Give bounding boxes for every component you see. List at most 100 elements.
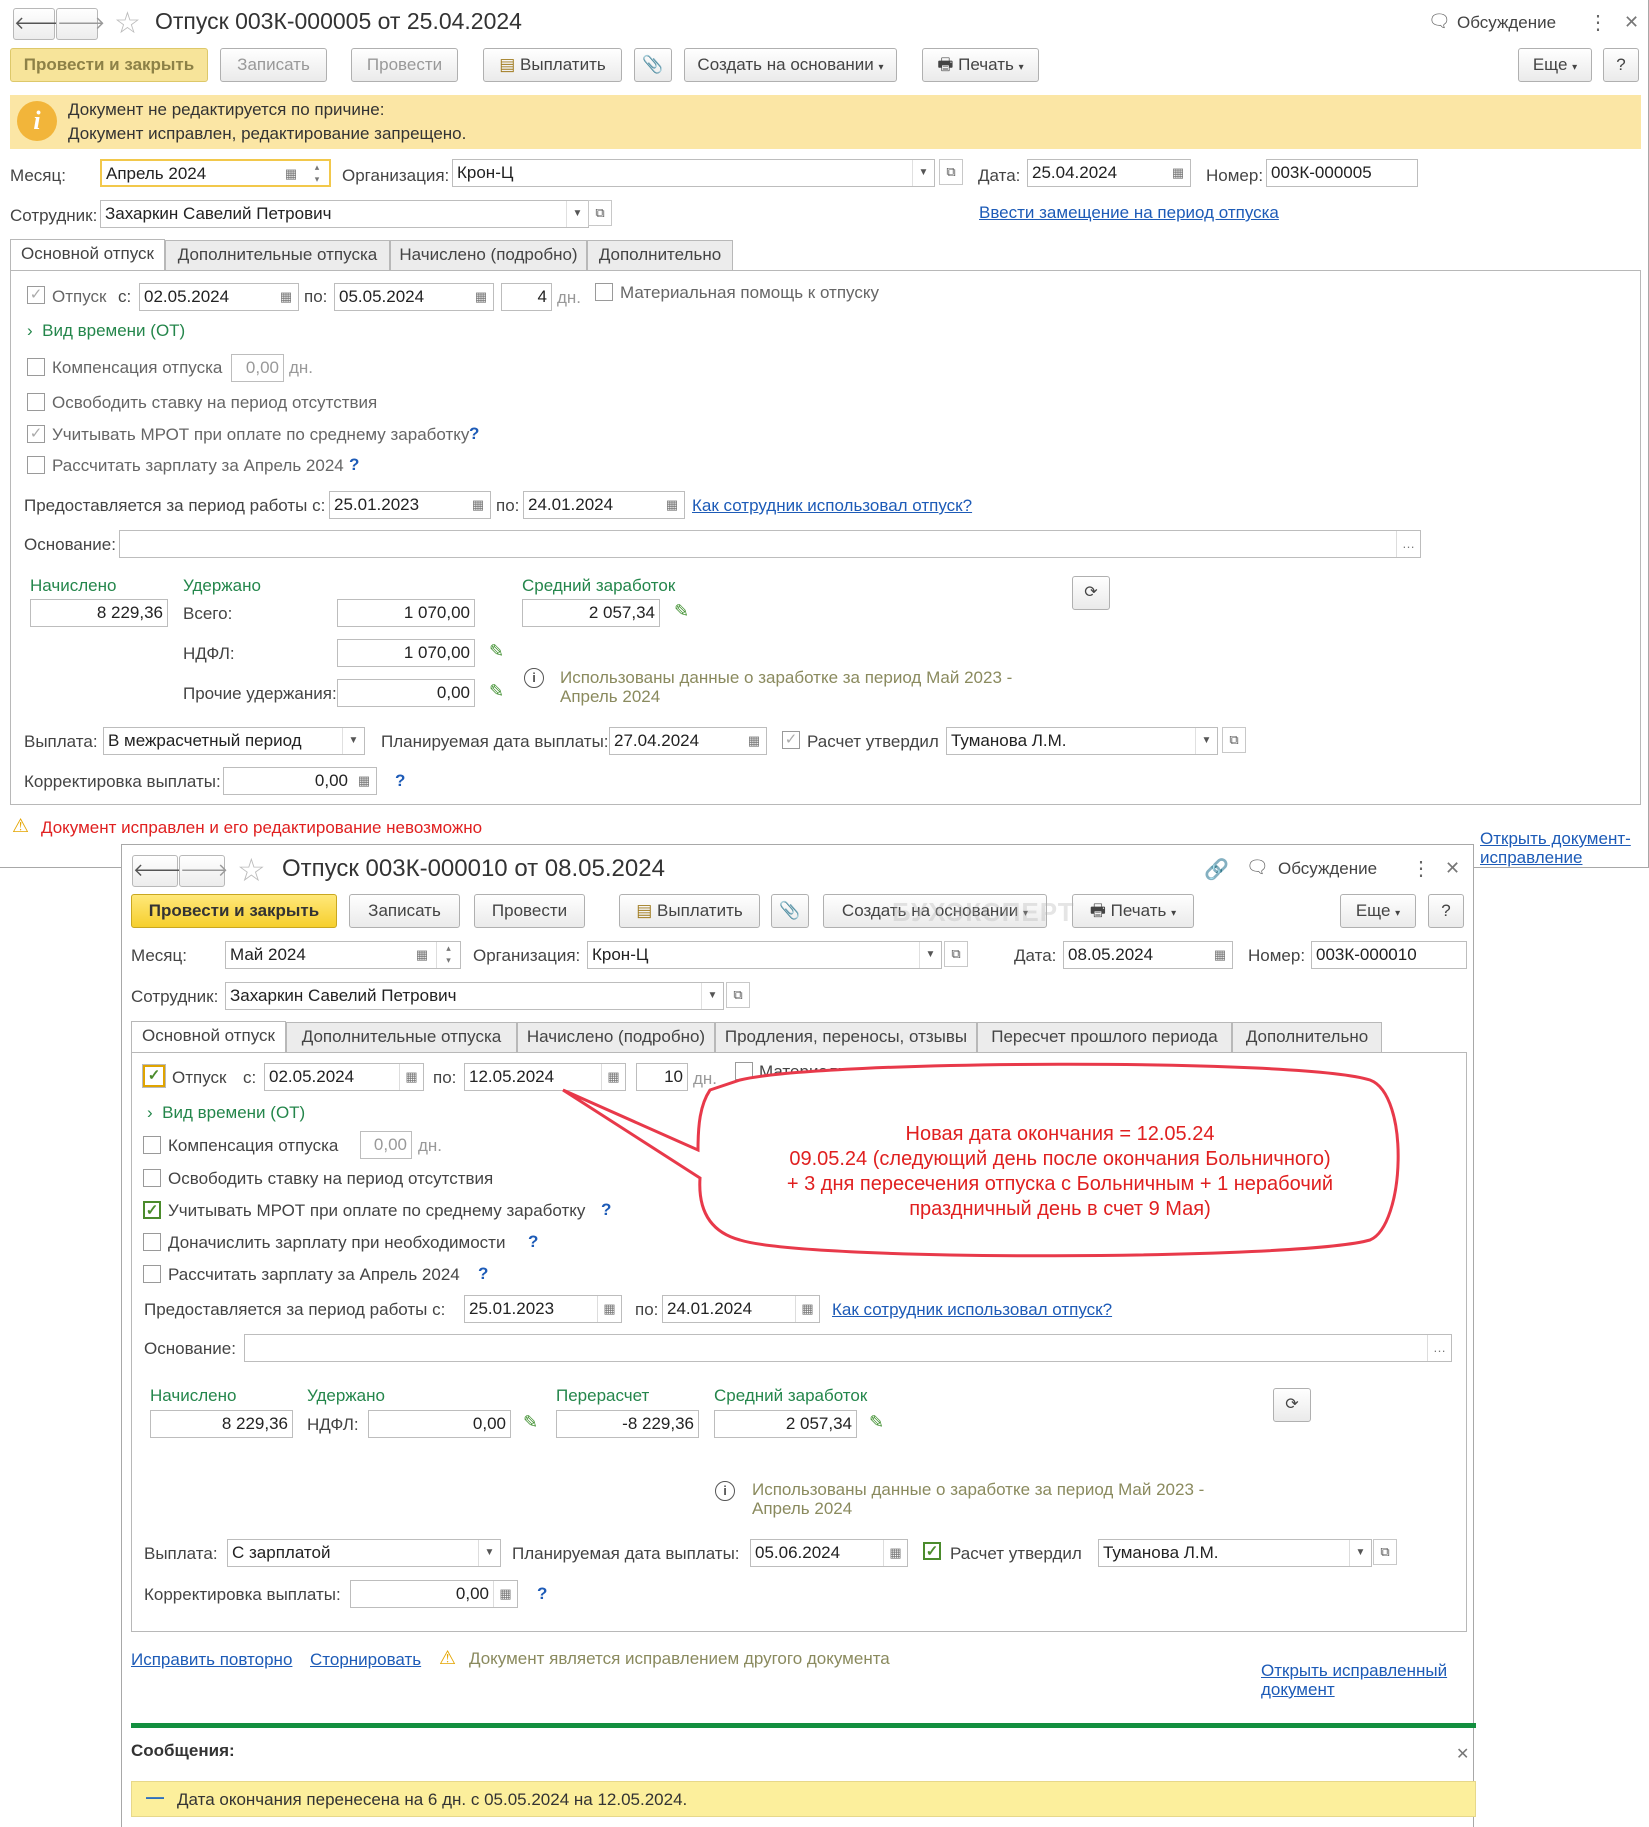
substitution-link[interactable]: Ввести замещение на период отпуска: [979, 203, 1279, 223]
basis-field[interactable]: …: [119, 530, 1421, 558]
close-icon[interactable]: ✕: [1445, 858, 1460, 879]
compensation-checkbox[interactable]: [27, 358, 45, 376]
ellipsis-button[interactable]: …: [1396, 531, 1420, 557]
period-to-field[interactable]: 24.01.2024 ▦: [523, 491, 685, 519]
calc-salary-checkbox[interactable]: [143, 1265, 161, 1283]
edit-pencil-icon[interactable]: ✎: [523, 1412, 538, 1433]
correction-field[interactable]: 0,00 ▦: [223, 767, 377, 795]
print-button[interactable]: 🖶 Печать ▾: [922, 48, 1039, 82]
open-fixed-document-link-2[interactable]: документ: [1261, 1680, 1335, 1700]
write-button[interactable]: Записать: [349, 894, 460, 928]
kebab-menu-icon[interactable]: ⋮: [1411, 856, 1431, 881]
avg-earnings-field[interactable]: 2 057,34: [522, 599, 660, 627]
correction-help-icon[interactable]: ?: [537, 1584, 547, 1604]
avg-earnings-field[interactable]: 2 057,34: [714, 1410, 857, 1438]
correction-field[interactable]: 0,00 ▦: [350, 1580, 518, 1608]
help-button[interactable]: ?: [1603, 48, 1639, 82]
calendar-icon[interactable]: ▦: [883, 1540, 907, 1566]
chevron-down-icon[interactable]: ▼: [342, 728, 364, 754]
period-to-field[interactable]: 24.01.2024 ▦: [662, 1295, 820, 1323]
chevron-down-icon[interactable]: ▼: [566, 201, 588, 227]
mrot-help-icon[interactable]: ?: [469, 424, 479, 444]
tab-main-vacation[interactable]: Основной отпуск: [131, 1021, 286, 1053]
discussion-label[interactable]: Обсуждение: [1278, 859, 1377, 879]
print-button[interactable]: 🖶 Печать ▾: [1072, 894, 1194, 928]
tab-additional[interactable]: Дополнительно: [587, 240, 733, 270]
approved-by-field[interactable]: Туманова Л.М. ▼: [946, 727, 1218, 755]
chevron-down-icon[interactable]: ▼: [701, 983, 723, 1009]
ellipsis-button[interactable]: …: [1427, 1335, 1451, 1361]
recalc-field[interactable]: -8 229,36: [556, 1410, 699, 1438]
month-field[interactable]: Май 2024 ▦ ▴ ▾: [225, 941, 461, 969]
vacation-from-field[interactable]: 02.05.2024 ▦: [139, 283, 299, 311]
calc-salary-help-icon[interactable]: ?: [478, 1264, 488, 1284]
star-icon[interactable]: ☆: [114, 6, 141, 41]
calendar-icon[interactable]: ▦: [410, 942, 434, 968]
compensation-days-field[interactable]: 0,00: [231, 354, 284, 382]
stepper-icon[interactable]: ▴ ▾: [436, 942, 460, 968]
open-fix-document-link-2[interactable]: исправление: [1480, 848, 1582, 868]
tab-additional-vacations[interactable]: Дополнительные отпуска: [286, 1022, 517, 1052]
chevron-down-icon[interactable]: ▼: [912, 160, 934, 186]
other-withheld-field[interactable]: 0,00: [337, 679, 475, 707]
calc-salary-help-icon[interactable]: ?: [349, 455, 359, 475]
stepper-icon[interactable]: ▴ ▾: [305, 161, 329, 185]
total-field[interactable]: 1 070,00: [337, 599, 475, 627]
tab-extensions[interactable]: Продления, переносы, отзывы: [715, 1022, 977, 1052]
paperclip-icon[interactable]: 📎: [634, 48, 672, 82]
edit-pencil-icon[interactable]: ✎: [674, 601, 689, 622]
edit-pencil-icon[interactable]: ✎: [489, 641, 504, 662]
org-field[interactable]: Крон-Ц ▼: [452, 159, 935, 187]
vacation-to-field[interactable]: 05.05.2024 ▦: [334, 283, 494, 311]
ndfl-field[interactable]: 1 070,00: [337, 639, 475, 667]
employee-field[interactable]: Захаркин Савелий Петрович ▼: [100, 200, 589, 228]
refresh-button[interactable]: ⟳: [1273, 1388, 1311, 1422]
calendar-icon[interactable]: ▦: [660, 492, 684, 518]
calendar-icon[interactable]: ▦: [279, 161, 303, 185]
edit-pencil-icon[interactable]: ✎: [489, 681, 504, 702]
storno-link[interactable]: Сторнировать: [310, 1650, 421, 1670]
number-field[interactable]: 003К-000005: [1266, 159, 1418, 187]
date-field[interactable]: 25.04.2024 ▦: [1027, 159, 1191, 187]
approved-by-field[interactable]: Туманова Л.М. ▼: [1098, 1539, 1372, 1567]
approved-checkbox[interactable]: ✓: [923, 1542, 941, 1560]
message-bar[interactable]: — Дата окончания перенесена на 6 дн. с 0…: [131, 1781, 1476, 1817]
tab-additional[interactable]: Дополнительно: [1232, 1022, 1382, 1052]
calendar-icon[interactable]: ▦: [469, 284, 493, 310]
tab-accrued-detailed[interactable]: Начислено (подробно): [517, 1022, 715, 1052]
more-button[interactable]: Еще ▾: [1340, 894, 1416, 928]
compensation-days-field[interactable]: 0,00: [360, 1131, 412, 1159]
usage-link[interactable]: Как сотрудник использовал отпуск?: [692, 496, 972, 516]
mrot-checkbox[interactable]: ✓: [27, 425, 45, 443]
open-fix-document-link-1[interactable]: Открыть документ-: [1480, 829, 1631, 849]
post-button[interactable]: Провести: [474, 894, 585, 928]
accrued-field[interactable]: 8 229,36: [150, 1410, 293, 1438]
calc-salary-checkbox[interactable]: [27, 456, 45, 474]
pay-button[interactable]: ▤ Выплатить: [619, 894, 760, 928]
ndfl-field[interactable]: 0,00: [368, 1410, 511, 1438]
release-rate-checkbox[interactable]: [143, 1169, 161, 1187]
planned-date-field[interactable]: 05.06.2024 ▦: [750, 1539, 908, 1567]
open-org-icon[interactable]: ⧉: [944, 941, 968, 967]
paperclip-icon[interactable]: 📎: [771, 894, 809, 928]
open-approver-icon[interactable]: ⧉: [1222, 727, 1246, 753]
extra-salary-help-icon[interactable]: ?: [528, 1232, 538, 1252]
forward-button[interactable]: 🡒: [179, 855, 228, 887]
calculator-icon[interactable]: ▦: [352, 768, 376, 794]
basis-field[interactable]: …: [244, 1334, 1452, 1362]
correction-help-icon[interactable]: ?: [395, 771, 405, 791]
open-employee-icon[interactable]: ⧉: [588, 200, 612, 226]
open-employee-icon[interactable]: ⧉: [726, 982, 750, 1008]
mrot-checkbox[interactable]: ✓: [143, 1201, 161, 1219]
usage-link[interactable]: Как сотрудник использовал отпуск?: [832, 1300, 1112, 1320]
vacation-from-field[interactable]: 02.05.2024 ▦: [264, 1063, 424, 1091]
open-approver-icon[interactable]: ⧉: [1373, 1539, 1397, 1565]
calendar-icon[interactable]: ▦: [1166, 160, 1190, 186]
forward-button[interactable]: 🡒: [56, 8, 105, 40]
discussion-icon[interactable]: 🗨: [1246, 857, 1269, 878]
refresh-button[interactable]: ⟳: [1072, 576, 1110, 610]
write-button[interactable]: Записать: [220, 48, 327, 82]
period-from-field[interactable]: 25.01.2023 ▦: [329, 491, 491, 519]
release-rate-checkbox[interactable]: [27, 393, 45, 411]
planned-date-field[interactable]: 27.04.2024 ▦: [609, 727, 767, 755]
